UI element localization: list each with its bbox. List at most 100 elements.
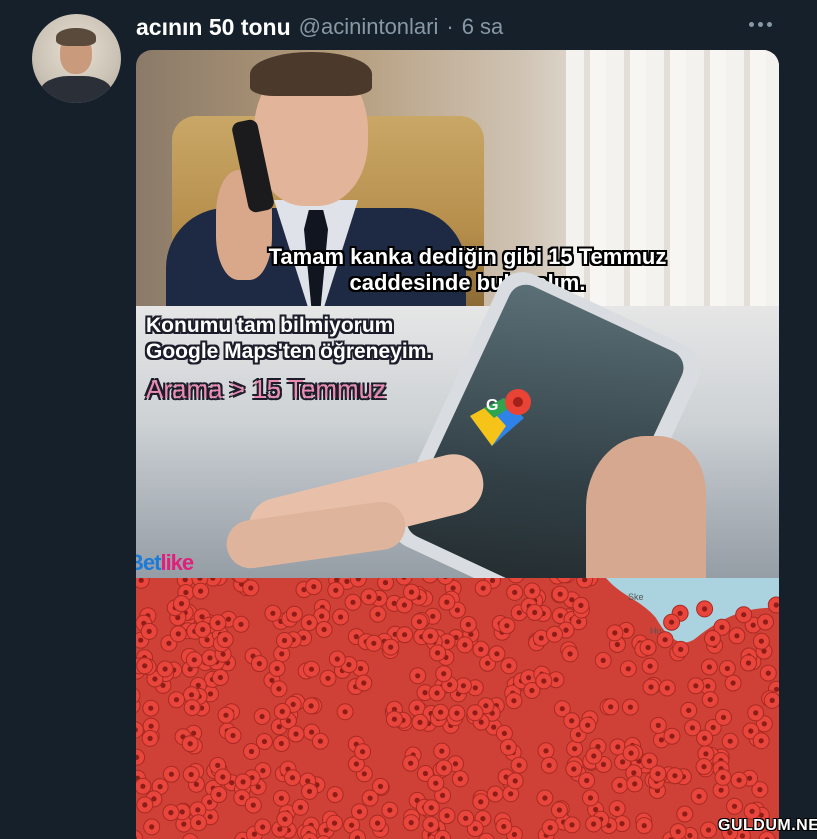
map-pin-icon [506,583,524,601]
tweet-time[interactable]: 6 sa [462,14,504,40]
avatar[interactable] [32,14,121,103]
map-pin-icon [302,697,320,715]
map-pin-icon [396,626,414,644]
map-pin-icon [537,742,555,760]
map-pin-icon [344,593,362,611]
map-pin-icon [611,776,629,794]
dot [757,21,763,27]
map-pin-icon [696,600,714,618]
map-pin-icon [724,674,742,692]
panel1-caption-line1: Tamam kanka dediğin gibi 15 Temmuz [268,244,667,269]
maps-icon-g: G [486,397,498,414]
map-pin-icon [499,738,517,756]
map-pin-icon [211,669,229,686]
map-pin-icon [565,760,583,778]
map-pin-icon [715,708,732,726]
display-name[interactable]: acının 50 tonu [136,14,291,41]
separator-dot: · [446,14,454,39]
tweet-media[interactable]: Tamam kanka dediğin gibi 15 Temmuz cadde… [136,50,779,839]
map-pin-icon [541,819,559,837]
map-pin-icon [466,704,484,722]
watermark-part-b: like [160,550,194,575]
map-pin-icon [486,785,504,803]
map-pin-icon [285,605,303,623]
map-pin-icon [635,817,653,835]
map-pin-icon [714,768,732,786]
map-pin-icon [422,799,440,817]
map-pin-icon [421,627,439,645]
map-pin-icon [602,698,620,716]
map-pin-icon [361,789,379,807]
map-pin-icon [382,638,400,656]
watermark-part-a: Bet [136,550,161,575]
map-pin-icon [268,660,286,677]
panel1-caption: Tamam kanka dediğin gibi 15 Temmuz cadde… [176,244,759,296]
map-pin-icon [136,796,154,814]
map-pin-icon [253,708,271,725]
meme-panel-phone-call: Tamam kanka dediğin gibi 15 Temmuz cadde… [136,50,779,306]
map-pin-icon [551,585,569,603]
map-pin-icon [287,725,305,743]
map-pin-icon [136,657,154,675]
map-pin-icon [140,622,158,640]
map-pin-icon [457,809,475,827]
map-pin-icon [752,732,770,750]
map-pin-icon [210,786,228,803]
map-pin-icon [700,658,718,676]
map-pin-icon [301,782,318,800]
map-pin-icon [216,631,234,649]
map-pin-icon [292,798,309,816]
map-pin-icon [563,816,581,834]
map-pin-icon [641,657,659,675]
map-pin-icon [621,698,639,716]
map-pin-icon [272,735,290,752]
map-pin-icon [690,787,708,805]
map-pin-icon [255,733,273,750]
map-pin-icon [377,578,394,592]
map-pin-icon [619,660,637,678]
map-pin-icon [510,756,528,774]
panel1-caption-line2: caddesinde buluşalım. [349,270,586,295]
map-pin-icon [332,608,350,626]
map-pin-icon [488,645,506,663]
map-pin-icon [435,759,453,777]
more-horizontal-icon[interactable] [742,10,778,38]
map-pin-icon [217,706,235,724]
map-pin-icon [456,636,474,654]
dot [766,21,772,27]
map-pin-icon [658,679,676,697]
user-handle[interactable]: @acinintonlari [299,14,439,40]
map-pin-icon [284,769,301,787]
map-pin-icon [190,814,207,832]
map-pin-icon [303,660,320,678]
map-pin-icon [327,581,345,599]
map-pin-icon [696,729,714,747]
map-pin-icon [535,672,553,690]
map-pin-icon [649,765,667,783]
map-pin-icon [474,579,492,597]
map-pin-icon [763,691,779,709]
map-pin-icon [759,664,777,682]
map-pin-icon [244,796,262,814]
map-pin-icon [305,578,323,596]
map-pin-icon [435,665,453,683]
map-pin-icon [385,710,403,728]
hand-right [586,436,706,578]
map-pin-icon [523,582,541,600]
map-pin-icon [194,621,212,638]
map-pin-icon [409,667,427,685]
man-hair [250,52,372,96]
map-pin-icon [695,758,713,776]
map-pin-icon [561,645,579,663]
map-pin-icon [747,704,765,722]
map-pin-icon [403,583,420,601]
panel2-caption-line3: Arama > 15 Temmuz [146,374,387,404]
map-pin-icon [328,650,346,668]
map-pin-icon [209,614,227,632]
map-pin-icon [410,613,428,631]
map-pin-icon [276,632,293,649]
map-pin-icon [505,692,523,710]
map-pin-icon [582,789,599,807]
map-pin-icon [740,654,757,672]
map-pin-icon [429,644,447,662]
